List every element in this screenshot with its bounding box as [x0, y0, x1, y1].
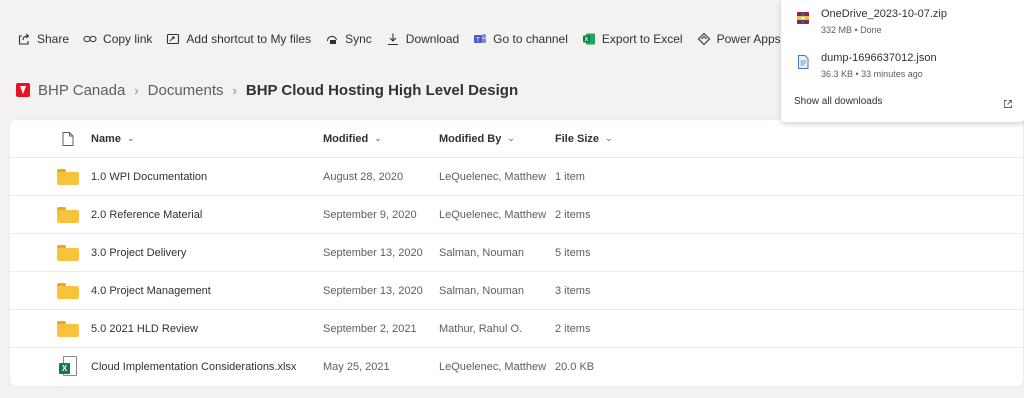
- excel-icon: X: [581, 31, 597, 47]
- power-apps-icon: [696, 31, 712, 47]
- file-size: 2 items: [555, 322, 591, 335]
- modified-by[interactable]: LeQuelenec, Matthew: [439, 348, 546, 386]
- zip-archive-icon: [796, 11, 810, 25]
- show-all-downloads-link[interactable]: Show all downloads: [794, 96, 882, 107]
- modified-date: September 9, 2020: [323, 208, 417, 221]
- modified-date: September 13, 2020: [323, 246, 423, 259]
- column-header-file-size[interactable]: File Size ⌄: [555, 120, 613, 157]
- share-label: Share: [37, 32, 70, 46]
- folder-icon: [57, 320, 79, 337]
- modified-by[interactable]: Mathur, Rahul O.: [439, 310, 522, 347]
- sync-label: Sync: [345, 32, 372, 46]
- teams-icon: T: [472, 31, 488, 47]
- sync-button[interactable]: Sync: [324, 23, 379, 55]
- sync-icon: [324, 31, 340, 47]
- table-row[interactable]: 4.0 Project Management September 13, 202…: [10, 272, 1023, 310]
- column-header-modified[interactable]: Modified ⌄: [323, 120, 382, 157]
- svg-text:T: T: [476, 38, 480, 44]
- table-row[interactable]: 5.0 2021 HLD Review September 2, 2021 Ma…: [10, 310, 1023, 348]
- table-row[interactable]: X Cloud Implementation Considerations.xl…: [10, 348, 1023, 386]
- chevron-down-icon: ⌄: [374, 133, 382, 143]
- table-row[interactable]: 2.0 Reference Material September 9, 2020…: [10, 196, 1023, 234]
- breadcrumb-current: BHP Cloud Hosting High Level Design: [245, 81, 519, 99]
- file-size: 1 item: [555, 170, 585, 183]
- site-logo-icon: [16, 83, 30, 97]
- file-name[interactable]: 3.0 Project Delivery: [91, 234, 186, 271]
- copy-link-label: Copy link: [103, 32, 153, 46]
- folder-icon: [57, 244, 79, 261]
- power-apps-label: Power Apps: [716, 32, 781, 46]
- modified-date: September 13, 2020: [323, 284, 423, 297]
- excel-file-icon: X: [59, 356, 77, 378]
- folder-icon: [57, 282, 79, 299]
- file-name[interactable]: 1.0 WPI Documentation: [91, 158, 207, 195]
- modified-date: August 28, 2020: [323, 170, 404, 183]
- chevron-down-icon: ⌄: [507, 133, 515, 143]
- chevron-right-icon: ›: [232, 82, 237, 98]
- download-button[interactable]: Download: [385, 23, 466, 55]
- table-row[interactable]: 3.0 Project Delivery September 13, 2020 …: [10, 234, 1023, 272]
- open-external-icon[interactable]: [1003, 96, 1013, 108]
- download-icon: [385, 31, 401, 47]
- chevron-right-icon: ›: [134, 82, 139, 98]
- download-status: 36.3 KB • 33 minutes ago: [821, 69, 923, 79]
- folder-icon: [57, 206, 79, 223]
- breadcrumb-site[interactable]: BHP Canada: [38, 82, 125, 99]
- downloads-panel: OneDrive_2023-10-07.zip 332 MB • Done du…: [781, 0, 1024, 122]
- modified-by[interactable]: LeQuelenec, Matthew: [439, 158, 546, 195]
- file-name[interactable]: 5.0 2021 HLD Review: [91, 310, 198, 347]
- download-file-name[interactable]: OneDrive_2023-10-07.zip: [821, 8, 947, 20]
- link-icon: [82, 31, 98, 47]
- column-header-name[interactable]: Name ⌄: [91, 120, 135, 157]
- column-file-size-label: File Size: [555, 132, 600, 145]
- column-header-modified-by[interactable]: Modified By ⌄: [439, 120, 515, 157]
- breadcrumb-library[interactable]: Documents: [148, 82, 224, 99]
- file-list: Name ⌄ Modified ⌄ Modified By ⌄ File Size ⌄ …: [10, 120, 1023, 386]
- file-size: 3 items: [555, 284, 591, 297]
- download-label: Download: [405, 32, 460, 46]
- download-file-name[interactable]: dump-1696637012.json: [821, 52, 937, 64]
- file-name[interactable]: Cloud Implementation Considerations.xlsx: [91, 348, 296, 386]
- copy-link-button[interactable]: Copy link: [82, 23, 159, 55]
- chevron-down-icon: ⌄: [126, 133, 135, 143]
- go-to-channel-label: Go to channel: [493, 32, 568, 46]
- share-button[interactable]: Share: [16, 23, 76, 55]
- chevron-down-icon: ⌄: [605, 133, 613, 143]
- download-item[interactable]: OneDrive_2023-10-07.zip 332 MB • Done: [781, 0, 1024, 42]
- add-shortcut-label: Add shortcut to My files: [186, 32, 312, 46]
- modified-by[interactable]: Salman, Nouman: [439, 234, 524, 271]
- column-modified-label: Modified: [323, 132, 369, 145]
- column-modified-by-label: Modified By: [439, 132, 502, 145]
- export-to-excel-label: Export to Excel: [601, 32, 683, 46]
- breadcrumb: BHP Canada › Documents › BHP Cloud Hosti…: [16, 78, 518, 102]
- table-row[interactable]: 1.0 WPI Documentation August 28, 2020 Le…: [10, 158, 1023, 196]
- modified-by[interactable]: LeQuelenec, Matthew: [439, 196, 546, 233]
- add-shortcut-button[interactable]: Add shortcut to My files: [165, 23, 318, 55]
- share-icon: [16, 31, 32, 47]
- modified-date: May 25, 2021: [323, 361, 390, 373]
- file-size: 20.0 KB: [555, 361, 595, 373]
- download-status: 332 MB • Done: [821, 25, 882, 35]
- file-size: 5 items: [555, 246, 591, 259]
- file-name[interactable]: 2.0 Reference Material: [91, 196, 202, 233]
- json-file-icon: [796, 55, 810, 69]
- file-size: 2 items: [555, 208, 591, 221]
- go-to-channel-button[interactable]: T Go to channel: [472, 23, 575, 55]
- column-name-label: Name: [91, 132, 121, 145]
- modified-by[interactable]: Salman, Nouman: [439, 272, 524, 309]
- file-list-header: Name ⌄ Modified ⌄ Modified By ⌄ File Size ⌄: [10, 120, 1023, 158]
- file-type-icon[interactable]: [56, 120, 80, 157]
- file-name[interactable]: 4.0 Project Management: [91, 272, 211, 309]
- add-shortcut-icon: [165, 31, 181, 47]
- export-to-excel-button[interactable]: X Export to Excel: [581, 23, 690, 55]
- svg-text:X: X: [585, 37, 589, 43]
- download-item[interactable]: dump-1696637012.json 36.3 KB • 33 minute…: [781, 44, 1024, 86]
- folder-icon: [57, 168, 79, 185]
- modified-date: September 2, 2021: [323, 322, 417, 335]
